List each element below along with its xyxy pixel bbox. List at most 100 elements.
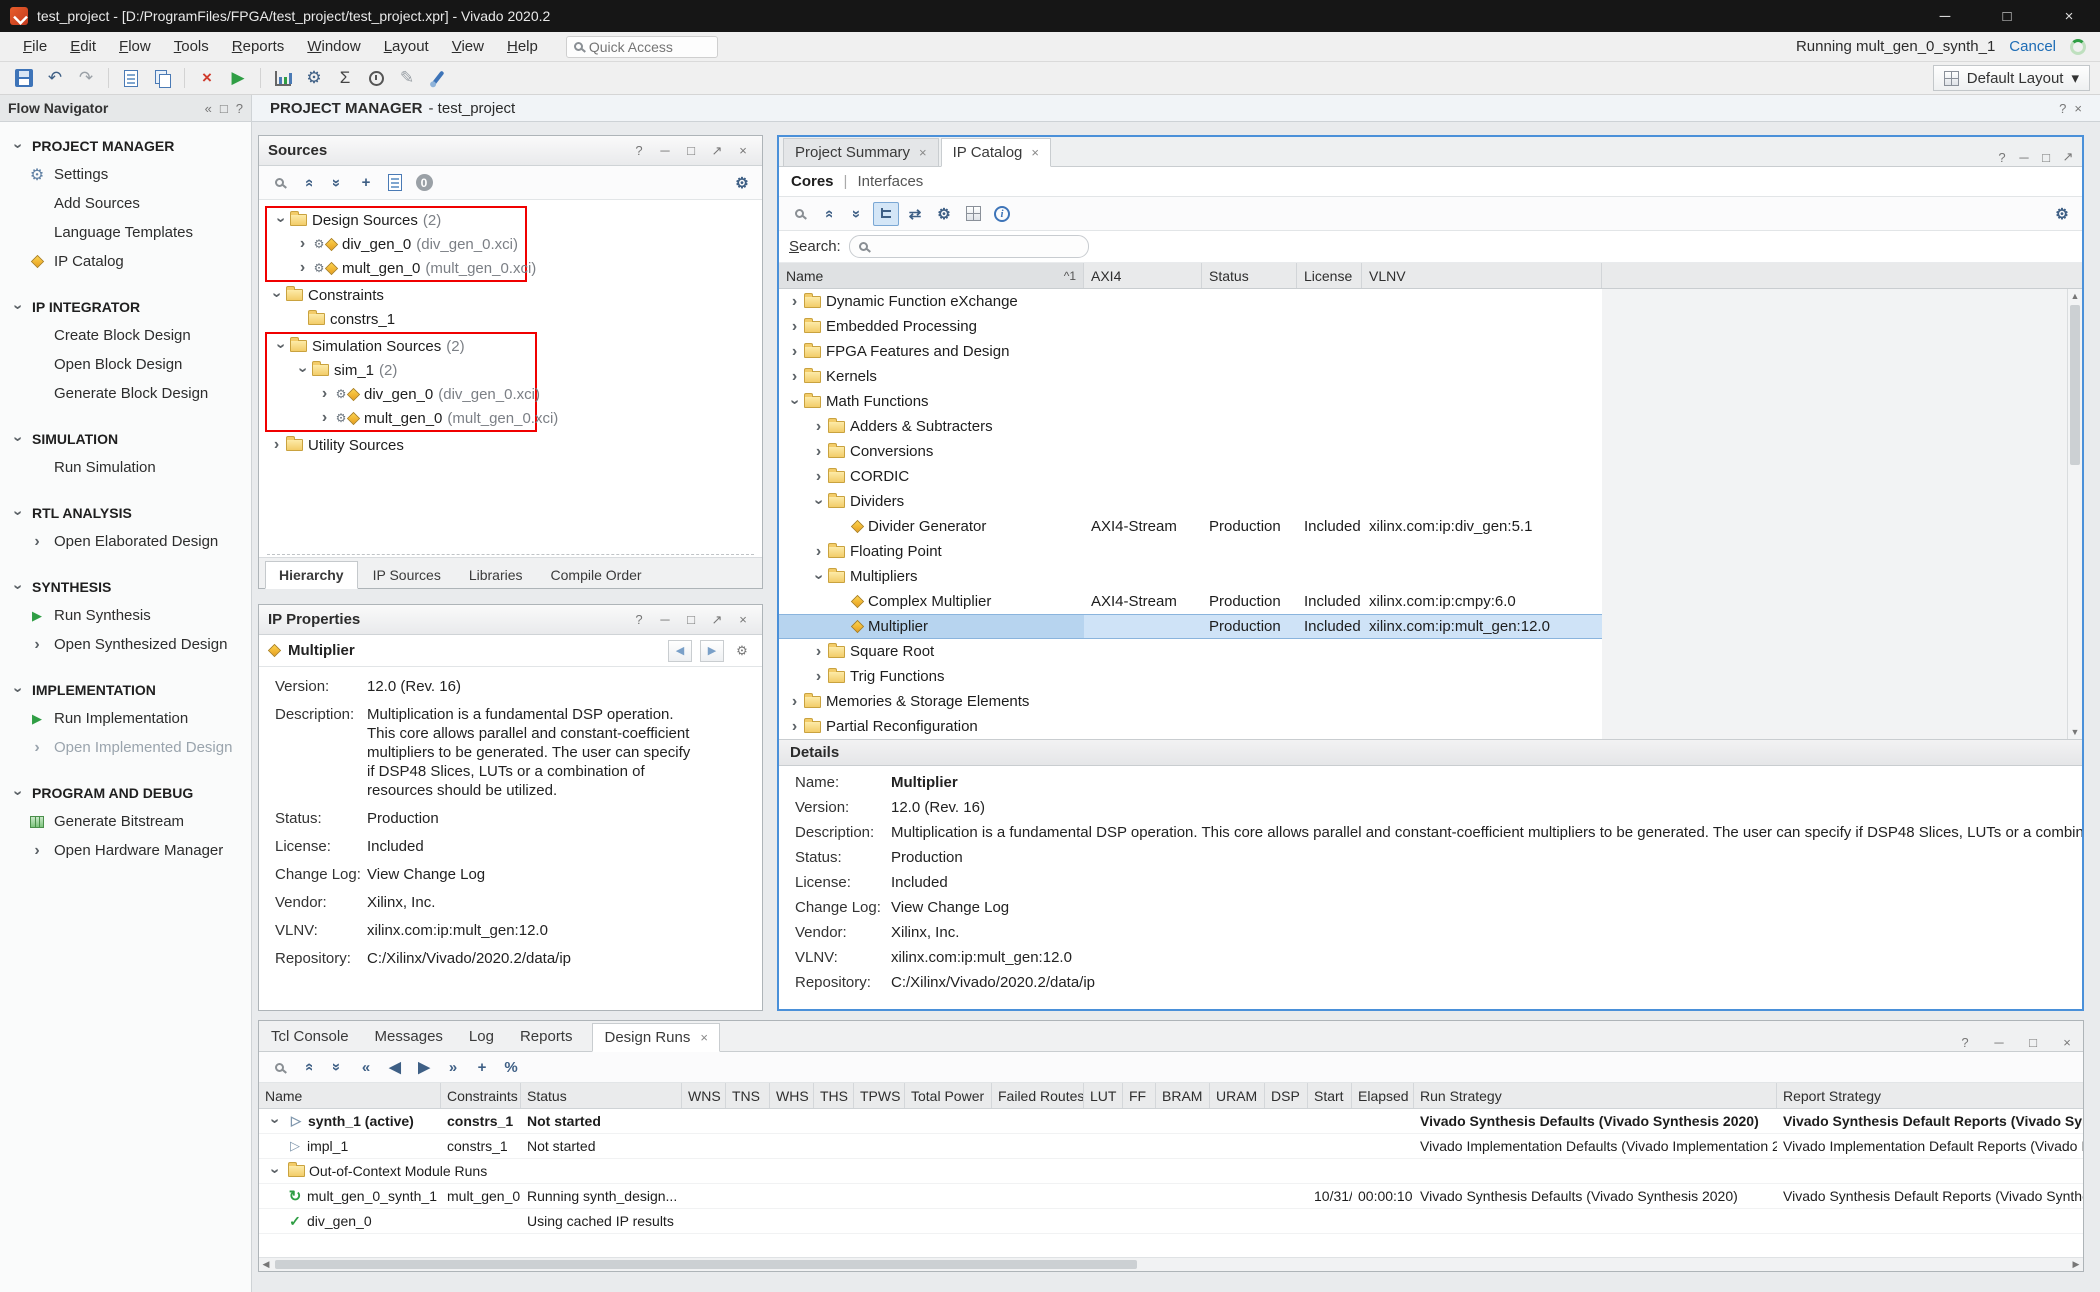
panel-settings-gear-icon[interactable]: ⚙	[732, 642, 752, 660]
tree-row-constrs-1[interactable]: ›constrs_1	[263, 307, 762, 331]
flow-section-synthesis[interactable]: ›SYNTHESIS	[0, 573, 251, 601]
layout-grid-icon[interactable]	[960, 202, 986, 226]
dashboard-icon[interactable]	[269, 65, 297, 91]
column-header[interactable]: WNS	[682, 1083, 726, 1108]
catalog-row[interactable]: ›Dynamic Function eXchange	[779, 289, 1602, 314]
column-header[interactable]: FF	[1123, 1083, 1156, 1108]
dock-icon[interactable]: □	[220, 101, 228, 116]
subtab-cores[interactable]: Cores	[791, 173, 834, 190]
catalog-row[interactable]: ›FPGA Features and Design	[779, 339, 1602, 364]
minimize-panel-icon[interactable]: ─	[655, 611, 675, 629]
run-group-out-of-context[interactable]: ›Out-of-Context Module Runs	[259, 1159, 2083, 1184]
float-panel-icon[interactable]: ↗	[707, 142, 727, 160]
flow-section-simulation[interactable]: ›SIMULATION	[0, 425, 251, 453]
catalog-row[interactable]: ›Conversions	[779, 439, 1602, 464]
column-header-axi4[interactable]: AXI4	[1084, 263, 1202, 288]
sidebar-item-run-implementation[interactable]: ▶Run Implementation	[0, 704, 251, 733]
panel-settings-gear-icon[interactable]: ⚙	[2049, 202, 2075, 226]
quick-access-input[interactable]	[589, 39, 699, 55]
tree-row-utility-sources[interactable]: ›Utility Sources	[263, 433, 762, 457]
redo-icon[interactable]: ↷	[72, 65, 100, 91]
catalog-row[interactable]: ›Trig Functions	[779, 664, 1602, 689]
flow-section-project-manager[interactable]: ›PROJECT MANAGER	[0, 132, 251, 160]
run-row-mult-gen-0-synth-1[interactable]: ↻mult_gen_0_synth_1 mult_gen_0 Running s…	[259, 1184, 2083, 1209]
column-header[interactable]: Start	[1308, 1083, 1352, 1108]
column-header-license[interactable]: License	[1297, 263, 1362, 288]
column-header[interactable]: Elapsed	[1352, 1083, 1414, 1108]
column-header-status[interactable]: Status	[1202, 263, 1297, 288]
chevron-right-icon[interactable]: ›	[809, 543, 828, 561]
change-log-link[interactable]: View Change Log	[367, 865, 485, 884]
group-by-icon[interactable]: ⇄	[902, 202, 928, 226]
help-icon[interactable]: ?	[629, 611, 649, 629]
step-back-icon[interactable]: ◀	[382, 1055, 408, 1079]
catalog-row-divider-generator[interactable]: ›Divider GeneratorAXI4-StreamProductionI…	[779, 514, 1602, 539]
edit-icon[interactable]: ✎	[393, 65, 421, 91]
catalog-row[interactable]: ›CORDIC	[779, 464, 1602, 489]
close-panel-icon[interactable]: ×	[733, 142, 753, 160]
scroll-up-icon[interactable]: ▲	[2071, 289, 2080, 303]
forward-icon[interactable]: ▶	[700, 640, 724, 662]
close-panel-icon[interactable]: ×	[2057, 1033, 2077, 1051]
chevron-right-icon[interactable]: ›	[785, 318, 804, 336]
chevron-right-icon[interactable]: ›	[315, 385, 334, 403]
minimize-panel-icon[interactable]: ─	[1989, 1033, 2009, 1051]
chevron-right-icon[interactable]: ›	[809, 418, 828, 436]
hierarchy-view-icon[interactable]	[873, 202, 899, 226]
tree-row-constraints[interactable]: ›Constraints	[263, 283, 762, 307]
tab-ip-sources[interactable]: IP Sources	[360, 562, 454, 588]
maximize-panel-icon[interactable]: □	[681, 142, 701, 160]
scrollbar-thumb[interactable]	[275, 1260, 1137, 1269]
column-header[interactable]: Name	[259, 1083, 441, 1108]
chevron-down-icon[interactable]: ›	[294, 361, 312, 380]
catalog-row[interactable]: ›Math Functions	[779, 389, 1602, 414]
chevron-right-icon[interactable]: ›	[785, 343, 804, 361]
catalog-row-complex-multiplier[interactable]: ›Complex MultiplierAXI4-StreamProduction…	[779, 589, 1602, 614]
tab-log[interactable]: Log	[463, 1022, 500, 1051]
tree-row-design-sources[interactable]: ›Design Sources(2)	[267, 208, 525, 232]
chevron-right-icon[interactable]: ›	[293, 235, 312, 253]
sum-icon[interactable]: Σ	[331, 65, 359, 91]
tree-row-mult-gen-0[interactable]: ›⚙mult_gen_0(mult_gen_0.xci)	[267, 256, 525, 280]
chevron-down-icon[interactable]: ›	[272, 211, 290, 230]
run-icon[interactable]: ▶	[411, 1055, 437, 1079]
ip-settings-wrench-icon[interactable]: ⚙	[931, 202, 957, 226]
minimize-panel-icon[interactable]: ─	[2014, 148, 2034, 166]
menu-view[interactable]: View	[441, 34, 495, 59]
chevron-down-icon[interactable]: ›	[266, 1162, 284, 1181]
column-header[interactable]: Report Strategy	[1777, 1083, 2083, 1108]
chevron-right-icon[interactable]: ›	[315, 409, 334, 427]
column-header[interactable]: Failed Routes	[992, 1083, 1084, 1108]
scrollbar-thumb[interactable]	[2070, 305, 2080, 465]
column-header[interactable]: Total Power	[905, 1083, 992, 1108]
expand-all-icon[interactable]: »	[845, 201, 869, 227]
step-forward-icon[interactable]: »	[440, 1055, 466, 1079]
chevron-down-icon[interactable]: ›	[272, 337, 290, 356]
column-header[interactable]: TNS	[726, 1083, 770, 1108]
search-icon[interactable]	[266, 1055, 292, 1079]
sidebar-item-ip-catalog[interactable]: IP Catalog	[0, 247, 251, 276]
float-panel-icon[interactable]: ↗	[707, 611, 727, 629]
tree-row-sim-mult-gen-0[interactable]: ›⚙mult_gen_0(mult_gen_0.xci)	[267, 406, 535, 430]
sidebar-item-open-block-design[interactable]: Open Block Design	[0, 350, 251, 379]
chevron-down-icon[interactable]: ›	[810, 492, 828, 511]
tab-libraries[interactable]: Libraries	[456, 562, 536, 588]
step-to-start-icon[interactable]: «	[353, 1055, 379, 1079]
tab-project-summary[interactable]: Project Summary×	[783, 138, 939, 166]
close-button[interactable]: ×	[2038, 0, 2100, 32]
column-header[interactable]: Run Strategy	[1414, 1083, 1777, 1108]
tab-messages[interactable]: Messages	[369, 1022, 449, 1051]
help-icon[interactable]: ?	[629, 142, 649, 160]
vertical-scrollbar[interactable]: ▲ ▼	[2067, 289, 2082, 739]
catalog-row-multiplier-selected[interactable]: ›MultiplierProductionIncludedxilinx.com:…	[779, 614, 1602, 639]
catalog-row[interactable]: ›Dividers	[779, 489, 1602, 514]
catalog-row[interactable]: ›Embedded Processing	[779, 314, 1602, 339]
chevron-right-icon[interactable]: ›	[293, 259, 312, 277]
tab-ip-catalog[interactable]: IP Catalog×	[941, 138, 1051, 167]
sidebar-item-create-block-design[interactable]: Create Block Design	[0, 321, 251, 350]
column-header[interactable]: WHS	[770, 1083, 814, 1108]
close-tab-icon[interactable]: ×	[700, 1030, 708, 1045]
collapse-sidebar-icon[interactable]: «	[205, 101, 212, 116]
help-icon[interactable]: ?	[1955, 1033, 1975, 1051]
panel-settings-gear-icon[interactable]: ⚙	[729, 171, 755, 195]
